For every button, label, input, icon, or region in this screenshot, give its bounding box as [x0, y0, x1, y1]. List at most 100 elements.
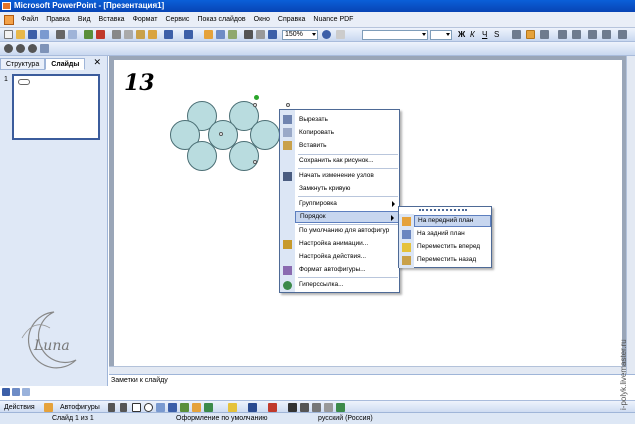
print-preview-icon[interactable] — [68, 30, 77, 39]
notes-pane[interactable]: Заметки к слайду — [109, 374, 635, 386]
menu-item-paste[interactable]: Вставить — [295, 140, 399, 152]
picture-icon[interactable] — [204, 403, 213, 412]
arrow-style-icon[interactable] — [312, 403, 321, 412]
font-color-icon[interactable] — [268, 403, 277, 412]
menu-item-edit-points[interactable]: Начать изменение узлов — [295, 170, 399, 182]
shadow-icon[interactable]: S — [494, 30, 503, 39]
menu-slideshow[interactable]: Показ слайдов — [193, 12, 249, 28]
bold-icon[interactable]: Ж — [458, 30, 467, 39]
undo-icon[interactable] — [164, 30, 173, 39]
arrow-icon[interactable] — [120, 403, 127, 412]
menu-view[interactable]: Вид — [74, 12, 95, 28]
research-icon[interactable] — [96, 30, 105, 39]
menu-edit[interactable]: Правка — [42, 12, 74, 28]
menu-item-action-settings[interactable]: Настройка действия... — [295, 251, 399, 263]
menu-help[interactable]: Справка — [274, 12, 309, 28]
slide-sorter-icon[interactable] — [12, 388, 20, 396]
circle-shape[interactable] — [229, 141, 259, 171]
color-grayscale-icon[interactable] — [268, 30, 277, 39]
clipart-icon[interactable] — [192, 403, 201, 412]
fill-color-icon[interactable] — [228, 403, 237, 412]
format-painter-icon[interactable] — [148, 30, 157, 39]
rectangle-icon[interactable] — [132, 403, 141, 412]
menu-format[interactable]: Формат — [129, 12, 162, 28]
selection-handle[interactable] — [253, 103, 257, 107]
menu-item-save-as-picture[interactable]: Сохранить как рисунок... — [295, 155, 399, 167]
diagram-icon[interactable] — [180, 403, 189, 412]
tab-slides[interactable]: Слайды — [45, 58, 86, 70]
expand-all-icon[interactable] — [244, 30, 253, 39]
oval-icon[interactable] — [144, 403, 153, 412]
save-icon[interactable] — [28, 30, 37, 39]
line-color-icon[interactable] — [248, 403, 257, 412]
menu-item-send-backward[interactable]: Переместить назад — [414, 254, 491, 266]
menu-item-close-path[interactable]: Замкнуть кривую — [295, 183, 399, 195]
menu-item-copy[interactable]: Копировать — [295, 127, 399, 139]
open-icon[interactable] — [16, 30, 25, 39]
forward-icon[interactable] — [16, 44, 25, 53]
stop-icon[interactable] — [28, 44, 37, 53]
font-color-icon[interactable] — [618, 30, 627, 39]
selection-handle[interactable] — [253, 160, 257, 164]
align-left-icon[interactable] — [512, 30, 521, 39]
3d-style-icon[interactable] — [336, 403, 345, 412]
help-icon[interactable] — [322, 30, 331, 39]
tables-borders-icon[interactable] — [228, 30, 237, 39]
menu-item-format-autoshape[interactable]: Формат автофигуры... — [295, 264, 399, 276]
align-right-icon[interactable] — [540, 30, 549, 39]
close-icon[interactable]: ✕ — [93, 57, 101, 68]
menu-file[interactable]: Файл — [17, 12, 42, 28]
line-icon[interactable] — [108, 403, 115, 412]
wordart-icon[interactable] — [168, 403, 177, 412]
selection-handle[interactable] — [219, 132, 223, 136]
numbering-icon[interactable] — [558, 30, 567, 39]
menu-insert[interactable]: Вставка — [95, 12, 129, 28]
menu-item-custom-animation[interactable]: Настройка анимации... — [295, 238, 399, 250]
menu-item-hyperlink[interactable]: Гиперссылка... — [295, 279, 399, 291]
underline-icon[interactable]: Ч — [482, 30, 491, 39]
copy-icon[interactable] — [124, 30, 133, 39]
align-center-icon[interactable] — [526, 30, 535, 39]
menu-item-order[interactable]: Порядок — [295, 211, 399, 223]
select-objects-icon[interactable] — [44, 403, 53, 412]
italic-icon[interactable]: К — [470, 30, 479, 39]
spelling-icon[interactable] — [84, 30, 93, 39]
tab-outline[interactable]: Структура — [0, 58, 46, 70]
menu-tools[interactable]: Сервис — [161, 12, 193, 28]
bullets-icon[interactable] — [572, 30, 581, 39]
menu-item-bring-to-front[interactable]: На передний план — [414, 215, 491, 227]
menu-item-grouping[interactable]: Группировка — [295, 198, 399, 210]
horizontal-scrollbar[interactable] — [109, 366, 626, 374]
increase-font-icon[interactable] — [588, 30, 597, 39]
show-formatting-icon[interactable] — [256, 30, 265, 39]
menu-item-cut[interactable]: Вырезать — [295, 114, 399, 126]
slide-thumbnail[interactable] — [12, 74, 100, 140]
font-size-select[interactable] — [430, 30, 452, 40]
circle-shape[interactable] — [187, 141, 217, 171]
menu-item-autoshape-default[interactable]: По умолчанию для автофигур — [295, 225, 399, 237]
zoom-select[interactable]: 150% — [282, 30, 318, 40]
dash-style-icon[interactable] — [300, 403, 309, 412]
rotation-handle[interactable] — [254, 95, 259, 100]
line-style-icon[interactable] — [288, 403, 297, 412]
menu-window[interactable]: Окно — [250, 12, 274, 28]
refresh-icon[interactable] — [40, 44, 49, 53]
textbox-icon[interactable] — [156, 403, 165, 412]
selection-handle[interactable] — [286, 103, 290, 107]
back-icon[interactable] — [4, 44, 13, 53]
chart-icon[interactable] — [204, 30, 213, 39]
menu-nuance-pdf[interactable]: Nuance PDF — [309, 12, 357, 28]
menu-item-send-to-back[interactable]: На задний план — [414, 228, 491, 240]
new-icon[interactable] — [4, 30, 13, 39]
document-icon[interactable] — [4, 14, 14, 25]
decrease-font-icon[interactable] — [602, 30, 611, 39]
normal-view-icon[interactable] — [2, 388, 10, 396]
cut-icon[interactable] — [112, 30, 121, 39]
submenu-grip[interactable] — [419, 209, 467, 212]
toolbar-options-icon[interactable] — [336, 30, 345, 39]
shadow-style-icon[interactable] — [324, 403, 333, 412]
menu-item-bring-forward[interactable]: Переместить вперед — [414, 241, 491, 253]
table-icon[interactable] — [216, 30, 225, 39]
permission-icon[interactable] — [40, 30, 49, 39]
print-icon[interactable] — [56, 30, 65, 39]
